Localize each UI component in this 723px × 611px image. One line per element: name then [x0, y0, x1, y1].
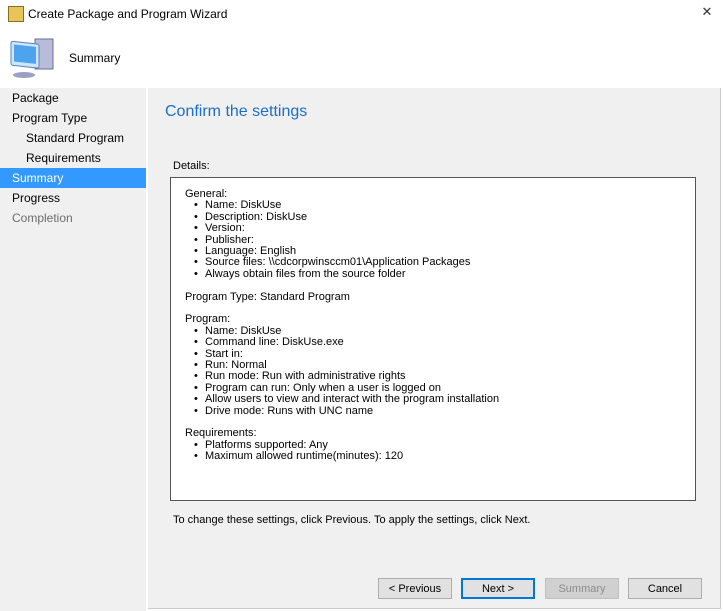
step-heading: Summary: [69, 51, 121, 65]
next-button[interactable]: Next >: [461, 578, 535, 599]
program-list: Name: DiskUseCommand line: DiskUse.exeSt…: [185, 325, 681, 418]
program-type: Program Type: Standard Program: [185, 290, 350, 303]
computer-icon: [10, 38, 54, 78]
detail-item: Command line: DiskUse.exe: [194, 336, 681, 349]
page-title: Confirm the settings: [165, 103, 308, 120]
nav-item-completion: Completion: [12, 211, 73, 225]
detail-item: Always obtain files from the source fold…: [194, 268, 681, 281]
nav-item-progress[interactable]: Progress: [0, 188, 146, 208]
general-list: Name: DiskUseDescription: DiskUseVersion…: [185, 199, 681, 281]
detail-item: Version:: [194, 222, 681, 235]
nav-item-package[interactable]: Package: [0, 88, 146, 108]
nav-item-program-type[interactable]: Program Type: [0, 108, 146, 128]
summary-button: Summary: [545, 578, 619, 599]
cancel-button[interactable]: Cancel: [628, 578, 702, 599]
nav-item-summary[interactable]: Summary: [0, 168, 146, 188]
detail-item: Start in:: [194, 348, 681, 361]
previous-button[interactable]: < Previous: [378, 578, 452, 599]
details-label: Details:: [173, 160, 210, 172]
detail-item: Description: DiskUse: [194, 211, 681, 224]
detail-item: Maximum allowed runtime(minutes): 120: [194, 450, 681, 463]
requirements-list: Platforms supported: AnyMaximum allowed …: [185, 439, 681, 463]
detail-item: Drive mode: Runs with UNC name: [194, 405, 681, 418]
close-icon[interactable]: ✕: [697, 4, 717, 22]
wizard-header: Summary: [0, 28, 723, 86]
main-panel: Confirm the settings Details: General: N…: [148, 88, 721, 609]
title-bar: Create Package and Program Wizard ✕: [0, 0, 723, 28]
wizard-app-icon: [8, 6, 24, 22]
window-title: Create Package and Program Wizard: [28, 7, 228, 21]
detail-item: Allow users to view and interact with th…: [194, 393, 681, 406]
hint-text: To change these settings, click Previous…: [173, 514, 531, 526]
nav-item-standard-program[interactable]: Standard Program: [0, 128, 146, 148]
nav-item-requirements[interactable]: Requirements: [0, 148, 146, 168]
details-box[interactable]: General: Name: DiskUseDescription: DiskU…: [170, 177, 696, 501]
wizard-nav: Package Program Type Standard Program Requi…: [0, 88, 146, 611]
